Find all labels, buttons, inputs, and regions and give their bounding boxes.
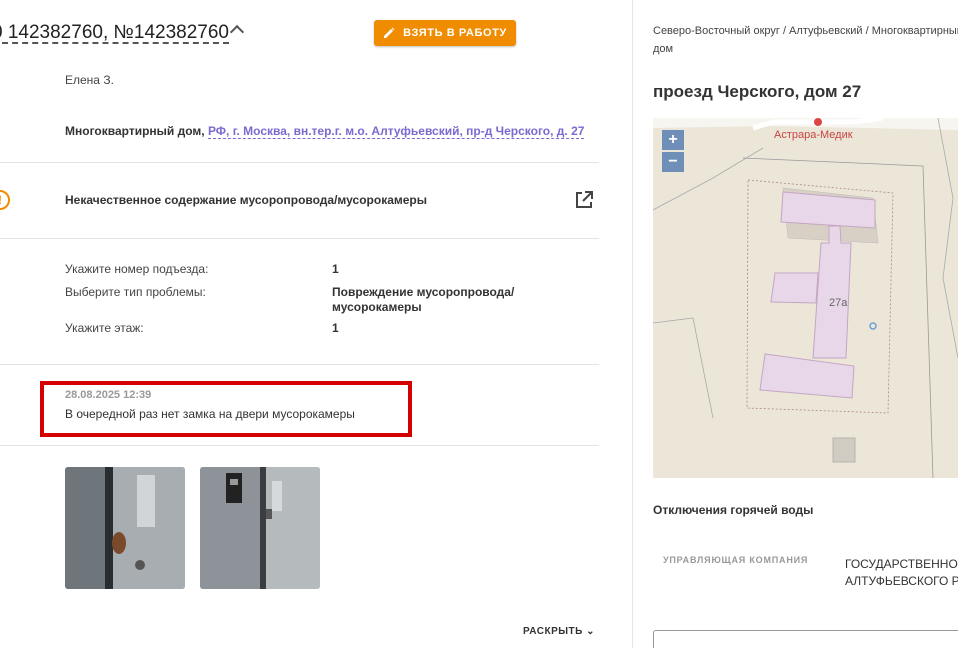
take-to-work-label: ВЗЯТЬ В РАБОТУ	[403, 27, 507, 39]
problem-category: Некачественное содержание мусоропровода/…	[65, 193, 427, 207]
field-value-problem-type: Повреждение мусоропровода/ мусорокамеры	[332, 285, 515, 314]
photo-thumbnail[interactable]	[200, 467, 320, 589]
divider	[0, 162, 599, 163]
photo-thumbnail[interactable]	[65, 467, 185, 589]
divider	[0, 445, 599, 446]
address-title: проезд Черского, дом 27	[653, 82, 862, 101]
chevron-down-icon: ⌄	[586, 626, 596, 637]
management-company-value: ГОСУДАРСТВЕННОЕ АЛТУФЬЕВСКОГО РА	[845, 556, 958, 590]
field-label-entrance: Укажите номер подъезда:	[65, 262, 209, 276]
zoom-in-button[interactable]: +	[662, 130, 684, 150]
take-to-work-button[interactable]: ВЗЯТЬ В РАБОТУ	[374, 20, 516, 46]
door-lock-photo	[65, 467, 185, 589]
bottom-field[interactable]	[653, 630, 958, 648]
breadcrumb: Северо-Восточный округ / Алтуфьевский / …	[653, 25, 958, 55]
divider	[0, 364, 599, 365]
address-link[interactable]: РФ, г. Москва, вн.тер.г. м.о. Алтуфьевск…	[207, 124, 585, 139]
field-value-floor: 1	[332, 321, 339, 335]
zoom-out-button[interactable]: −	[662, 152, 684, 172]
object-address: Многоквартирный дом, РФ, г. Москва, вн.т…	[65, 124, 585, 139]
expand-button[interactable]: РАСКРЫТЬ ⌄	[523, 626, 595, 637]
building-number-label: 27а	[829, 297, 848, 309]
management-company-line1: ГОСУДАРСТВЕННОЕ	[845, 557, 958, 571]
warning-icon: !	[0, 190, 10, 210]
management-company-label: УПРАВЛЯЮЩАЯ КОМПАНИЯ	[663, 555, 809, 565]
address-prefix: Многоквартирный дом,	[65, 124, 205, 138]
map-view[interactable]: 27а Астрара-Медик + −	[653, 118, 958, 478]
hot-water-title: Отключения горячей воды	[653, 503, 814, 517]
field-value-entrance: 1	[332, 262, 339, 276]
chevron-up-icon[interactable]	[229, 24, 245, 40]
external-link-icon[interactable]	[574, 190, 594, 210]
comment-highlight-frame	[40, 381, 412, 437]
poi-label: Астрара-Медик	[774, 129, 853, 141]
author-name: Елена З.	[65, 73, 114, 87]
pencil-icon	[384, 27, 395, 38]
expand-label: РАСКРЫТЬ	[523, 626, 583, 637]
divider	[0, 238, 599, 239]
ticket-title[interactable]: 0 142382760, №142382760	[0, 22, 229, 44]
ticket-panel: 0 142382760, №142382760 ВЗЯТЬ В РАБОТУ Е…	[0, 0, 633, 648]
map-canvas: 27а Астрара-Медик	[653, 118, 958, 478]
field-label-problem-type: Выберите тип проблемы:	[65, 285, 206, 299]
door-lock-photo	[200, 467, 320, 589]
field-label-floor: Укажите этаж:	[65, 321, 144, 335]
management-company-line2: АЛТУФЬЕВСКОГО РА	[845, 574, 958, 588]
object-sidebar: Северо-Восточный округ / Алтуфьевский / …	[633, 0, 958, 648]
